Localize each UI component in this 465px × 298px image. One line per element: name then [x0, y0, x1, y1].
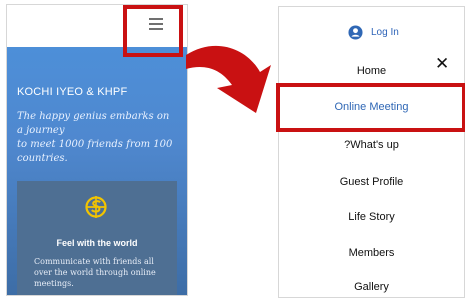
- hero-line-2: a journey: [17, 125, 65, 136]
- hero-line-1: The happy genius embarks on: [17, 111, 170, 122]
- menu-item-home[interactable]: Home: [279, 65, 464, 77]
- menu-item-guest-profile[interactable]: Guest Profile: [279, 176, 464, 188]
- feature-card-title: Feel with the world: [56, 238, 138, 248]
- feature-card-description: Communicate with friends all over the wo…: [34, 256, 164, 289]
- online-meeting-highlight: [276, 83, 465, 132]
- menu-item-life-story[interactable]: Life Story: [279, 211, 464, 223]
- menu-item-gallery[interactable]: Gallery: [279, 281, 464, 293]
- menu-item-members[interactable]: Members: [279, 247, 464, 259]
- hero-title: KOCHI IYEO & KHPF: [17, 86, 128, 98]
- login-label: Log In: [371, 26, 399, 38]
- hero-line-4: countries.: [17, 153, 68, 164]
- login-link[interactable]: Log In: [348, 24, 399, 40]
- user-icon: [348, 24, 363, 40]
- hero-description: The happy genius embarks on a journey to…: [17, 110, 183, 166]
- red-arrow-icon: [186, 45, 271, 113]
- feature-card[interactable]: Feel with the world Communicate with fri…: [17, 181, 177, 295]
- menu-item-whats-up[interactable]: ?What's up: [279, 139, 464, 151]
- menu-panel: Log In ✕ Home Online Meeting ?What's up …: [278, 6, 465, 298]
- card-text-line-2: over the world through online: [34, 268, 156, 277]
- hero-line-3: to meet 1000 friends from 100: [17, 139, 173, 150]
- card-text-line-3: meetings.: [34, 279, 74, 288]
- globe-money-icon: [85, 196, 107, 218]
- hero-section: KOCHI IYEO & KHPF The happy genius embar…: [7, 47, 187, 295]
- hamburger-highlight: [123, 5, 183, 57]
- card-text-line-1: Communicate with friends all: [34, 257, 154, 266]
